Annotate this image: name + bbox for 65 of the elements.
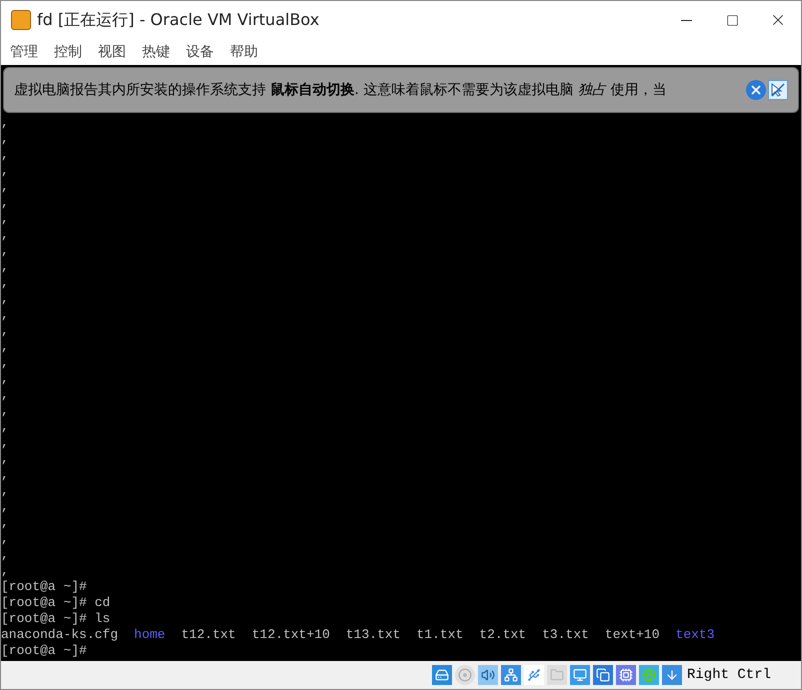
monitor-icon[interactable] — [570, 665, 590, 685]
network-icon[interactable] — [500, 665, 521, 685]
terminal-text: , — [1, 515, 9, 531]
terminal-text: , — [1, 483, 9, 499]
terminal-text: , — [1, 355, 9, 371]
terminal-text: [root@a ~]# — [1, 643, 87, 659]
terminal-text: , — [1, 115, 9, 131]
close-icon — [749, 83, 763, 97]
terminal-text: , — [1, 275, 9, 291]
terminal-text: , — [1, 451, 9, 467]
terminal-text: t13.txt — [346, 627, 400, 643]
globe-icon[interactable] — [638, 665, 659, 685]
terminal-text: , — [1, 147, 9, 163]
terminal-text: t12.txt — [181, 627, 236, 643]
terminal-text: , — [1, 499, 9, 515]
terminal-text: , — [1, 419, 9, 435]
terminal-text: , — [1, 243, 9, 259]
terminal-text: , — [1, 227, 9, 243]
terminal-text: , — [1, 131, 9, 147]
app-icon — [11, 10, 31, 30]
window-title: fd [正在运行] - Oracle VM VirtualBox — [37, 9, 320, 31]
terminal-text: , — [1, 195, 9, 211]
notification-text: 虚拟电脑报告其内所安装的操作系统支持 鼠标自动切换. 这意味着鼠标不需要为该虚拟电脑 独占 使用，当 — [14, 80, 666, 100]
terminal-text: t1.txt — [416, 627, 464, 643]
menu-item[interactable]: 视图 — [98, 42, 126, 62]
terminal-text: t12.txt+10 — [252, 627, 330, 643]
terminal-text: anaconda-ks.cfg — [1, 627, 118, 643]
terminal-text: , — [1, 291, 9, 307]
download-icon[interactable] — [662, 665, 682, 685]
terminal-text: [root@a ~]# ls — [1, 611, 110, 627]
mouse-pointer-icon[interactable] — [768, 80, 788, 100]
terminal-text: , — [1, 179, 9, 195]
terminal-text: , — [1, 307, 9, 323]
terminal-text: , — [1, 387, 9, 403]
chip-icon[interactable] — [616, 665, 636, 685]
menu-item[interactable]: 设备 — [186, 42, 214, 62]
menu-item[interactable]: 管理 — [10, 42, 38, 62]
terminal-text: , — [1, 531, 9, 547]
terminal-text: , — [1, 403, 9, 419]
terminal-text: t2.txt — [479, 627, 526, 643]
terminal-text: , — [1, 371, 9, 387]
close-button[interactable] — [746, 80, 766, 100]
terminal-text: , — [1, 547, 9, 563]
terminal-text: t3.txt — [542, 627, 589, 643]
host-key-label: Right Ctrl — [686, 666, 771, 684]
directory-name: home — [134, 627, 166, 643]
terminal-text: , — [1, 339, 9, 355]
windows-icon[interactable] — [592, 665, 613, 685]
terminal-text: , — [1, 163, 9, 179]
maximize-icon — [726, 14, 738, 26]
terminal-text: , — [1, 435, 9, 451]
terminal-text: [root@a ~]# cd — [1, 595, 110, 611]
menu-item[interactable]: 热键 — [142, 42, 170, 62]
menu-item[interactable]: 帮助 — [230, 42, 258, 62]
speaker-icon[interactable] — [478, 665, 498, 685]
terminal-text: , — [1, 211, 9, 227]
terminal-text: , — [1, 563, 9, 579]
menu-item[interactable]: 控制 — [54, 42, 82, 62]
terminal-text: , — [1, 259, 9, 275]
directory-name: text3 — [676, 627, 715, 643]
terminal-text: , — [1, 323, 9, 339]
usb-icon[interactable] — [524, 665, 544, 685]
terminal-text: text+10 — [604, 627, 660, 643]
terminal-text: [root@a ~]# — [1, 579, 87, 595]
terminal-text: , — [1, 467, 9, 483]
